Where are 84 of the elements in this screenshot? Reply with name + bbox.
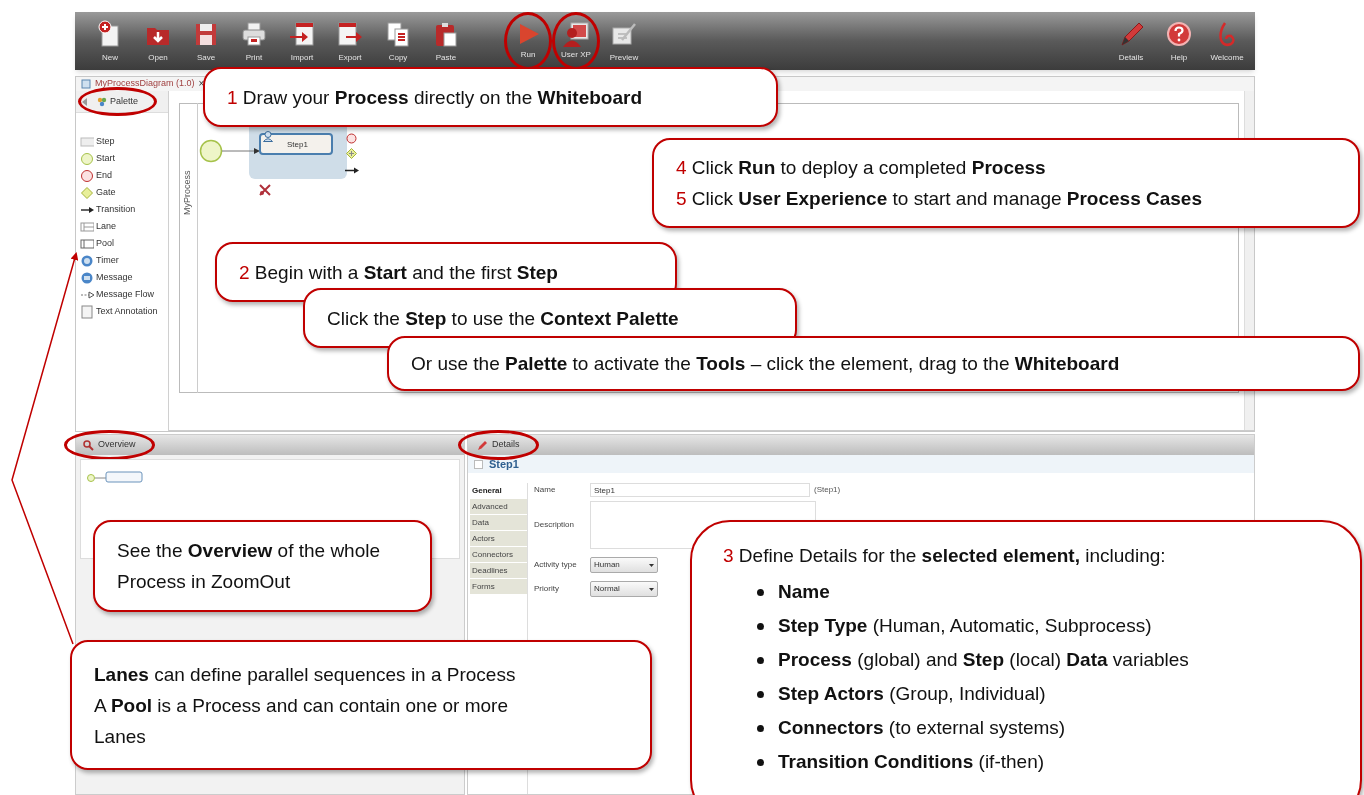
end-event-icon[interactable] xyxy=(346,133,357,144)
palette-item[interactable]: Step xyxy=(80,135,168,149)
user-icon xyxy=(263,131,273,142)
details-tab[interactable]: Actors xyxy=(470,531,527,547)
details-tab[interactable]: Data xyxy=(470,515,527,531)
pencil-icon xyxy=(477,439,488,451)
details-tab[interactable]: Connectors xyxy=(470,547,527,563)
palette-item[interactable]: Transition xyxy=(80,203,168,217)
toolbar-button[interactable]: Help xyxy=(1155,12,1203,70)
toolbar-button[interactable]: Save xyxy=(182,12,230,70)
bullet-text: Connectors (to external systems) xyxy=(778,716,1066,740)
diagram-icon xyxy=(81,79,91,89)
palette-item[interactable]: Pool xyxy=(80,237,168,251)
dropdown[interactable]: Human xyxy=(590,557,658,573)
transition-icon[interactable] xyxy=(345,167,359,174)
help-icon xyxy=(1165,20,1193,48)
toolbar-button[interactable]: New xyxy=(86,12,134,70)
name-field[interactable]: Step1 xyxy=(590,483,810,497)
callout-text: A Pool is a Process and can contain one or more Lanes xyxy=(94,693,509,749)
palette-item[interactable]: Gate xyxy=(80,186,168,200)
bullet-text: Step Type (Human, Automatic, Subprocess) xyxy=(778,614,1152,638)
toolbar-button[interactable]: Welcome xyxy=(1203,12,1251,70)
step-task[interactable] xyxy=(259,133,333,155)
caret-icon xyxy=(649,563,654,567)
dropdown[interactable]: Normal xyxy=(590,581,658,597)
overview-thumbnail-drawing xyxy=(86,470,146,484)
callout-text: See the Overview of the whole Process in ZoomOut xyxy=(117,539,382,594)
field-hint: (Step1) xyxy=(814,484,841,496)
callout-text: Lanes can define parallel sequences in a Process xyxy=(94,662,517,687)
caret-icon xyxy=(649,587,654,591)
details-tab[interactable]: Deadlines xyxy=(470,563,527,579)
user-screen-icon xyxy=(562,20,590,48)
gate-diamond-icon xyxy=(80,186,94,200)
palette-item[interactable]: Timer xyxy=(80,254,168,268)
field-label: Activity type xyxy=(534,559,578,571)
envelope-circle-icon xyxy=(80,271,94,285)
palette-item[interactable]: Lane xyxy=(80,220,168,234)
transition-arrow[interactable] xyxy=(222,147,260,155)
pool-label: MyProcess xyxy=(180,170,193,215)
callout-text: Or use the Palette to activate the Tools – click the element, drag to the Whiteboard xyxy=(411,352,1121,376)
toolbar-button[interactable]: Export xyxy=(326,12,374,70)
import-document-icon xyxy=(288,20,316,48)
bullet-text: Process (global) and Step (local) Data variables xyxy=(778,648,1189,672)
palette-item[interactable]: Text Annotation xyxy=(80,305,168,319)
palette-item[interactable]: Message xyxy=(80,271,168,285)
callout-text: 4 Click Run to deploy a completed Process xyxy=(676,156,1047,180)
close-tab-button[interactable]: × xyxy=(198,79,205,89)
end-circle-icon xyxy=(80,169,94,183)
field-label: Description xyxy=(534,519,575,531)
palette-item[interactable]: Start xyxy=(80,152,168,166)
timer-icon xyxy=(80,254,94,268)
field-label: Name xyxy=(534,484,557,496)
printer-icon xyxy=(240,20,268,48)
callout-text: 2 Begin with a Start and the first Step xyxy=(239,260,559,285)
callout-text: Click the Step to use the Context Palette xyxy=(327,306,680,331)
export-document-icon xyxy=(336,20,364,48)
element-icon xyxy=(474,459,483,469)
dashed-arrow-icon xyxy=(80,288,94,302)
toolbar-button[interactable]: Open xyxy=(134,12,182,70)
details-tab[interactable]: Forms xyxy=(470,579,527,595)
copy-icon xyxy=(384,20,412,48)
details-tab[interactable]: Advanced xyxy=(470,499,527,515)
lane-icon xyxy=(80,220,94,234)
callout-text: 5 Click User Experience to start and manage Process Cases xyxy=(676,187,1203,211)
collapse-icon[interactable] xyxy=(82,97,88,106)
bullet-text: Step Actors (Group, Individual) xyxy=(778,682,1046,706)
callout-text: 3 Define Details for the selected element, including: xyxy=(723,544,1167,568)
palette-item[interactable]: End xyxy=(80,169,168,183)
palette-item[interactable]: Message Flow xyxy=(80,288,168,302)
toolbar-button[interactable]: Details xyxy=(1107,12,1155,70)
bullet-text: Transition Conditions (if-then) xyxy=(778,750,1045,774)
step-label: Step1 xyxy=(287,139,308,151)
pool-icon xyxy=(80,237,94,251)
bullet-text: Name xyxy=(778,580,830,604)
start-event[interactable] xyxy=(199,139,223,163)
annotation-icon xyxy=(80,305,94,319)
palette-icon xyxy=(97,96,107,107)
toolbar-button[interactable]: Preview xyxy=(600,12,648,70)
search-icon xyxy=(83,439,94,451)
start-circle-icon xyxy=(80,152,94,166)
gate-icon[interactable] xyxy=(346,148,357,159)
field-label: Priority xyxy=(534,583,560,595)
step-icon xyxy=(80,135,94,149)
tools-icon[interactable] xyxy=(259,184,271,196)
